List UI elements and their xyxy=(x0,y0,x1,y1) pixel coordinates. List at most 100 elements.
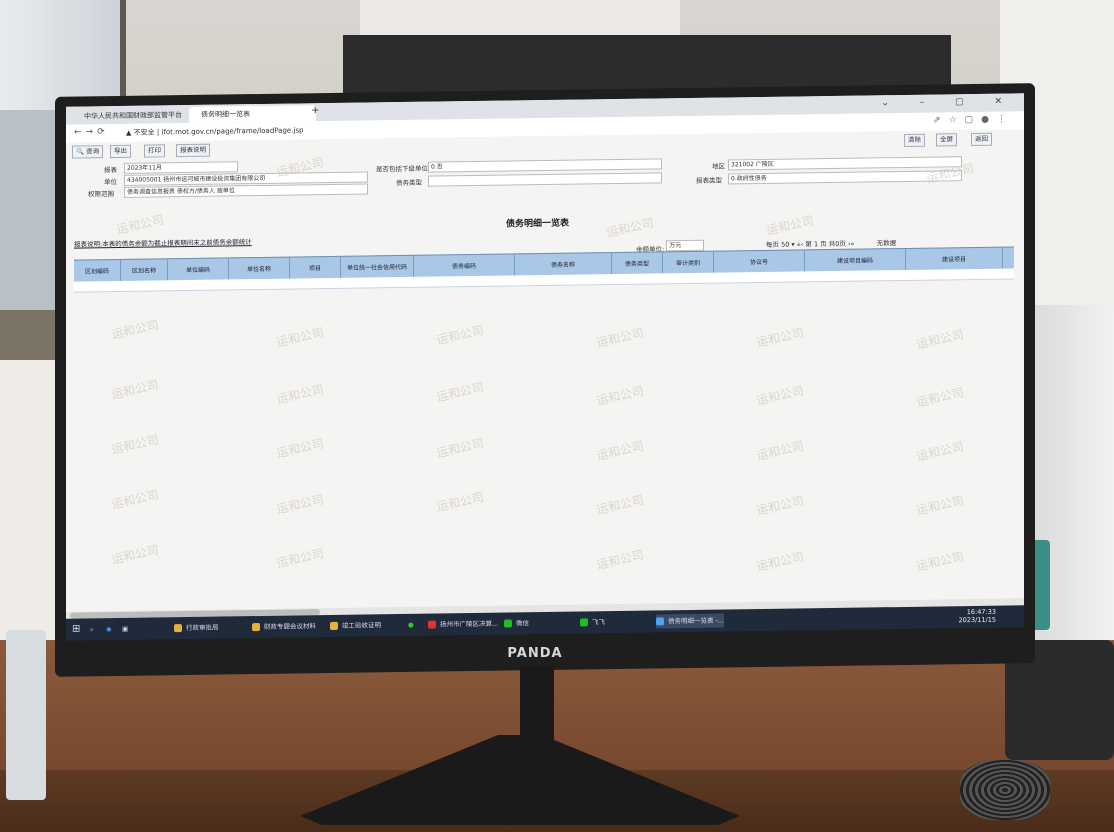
col-header[interactable]: 单位编码 xyxy=(168,258,229,282)
browser-icon xyxy=(656,617,664,626)
scope-field[interactable]: 债务调查信息报表 债权方/债务人 按单位 xyxy=(124,183,368,198)
start-icon[interactable]: ⊞ xyxy=(72,622,80,636)
watermark: 运和公司 xyxy=(275,546,326,571)
monitor-neck xyxy=(520,666,554,746)
report-note-link[interactable]: 报表说明:本表的债务余额为截止报表期间末之前债务余额统计 xyxy=(74,236,252,248)
edge-icon[interactable]: ◉ xyxy=(106,622,112,636)
new-tab-icon[interactable]: + xyxy=(311,105,319,116)
watermark: 运和公司 xyxy=(915,327,966,352)
fullscreen-button[interactable]: 全屏 xyxy=(936,133,957,147)
period-label: 报表 xyxy=(104,165,117,175)
col-header[interactable]: 单位名称 xyxy=(229,257,290,281)
report-type-label: 报表类型 xyxy=(696,176,722,185)
pen-cup xyxy=(6,630,46,800)
folder-icon xyxy=(174,624,182,633)
watermark: 运和公司 xyxy=(110,377,161,402)
browser-action-icons[interactable]: ⇗☆▢●⋮ xyxy=(933,114,1014,125)
taskbar-item[interactable]: 行政审批局 xyxy=(174,621,219,636)
per-page-select[interactable]: 每页 50 xyxy=(766,241,789,249)
monitor-brand: PANDA xyxy=(507,646,563,661)
system-clock[interactable]: 16:47:33 2023/11/15 xyxy=(959,608,996,625)
pagination[interactable]: 每页 50 ▾ «‹ 第 1 页 共0页 ›» 无数据 xyxy=(766,237,896,249)
clear-button[interactable]: 清除 xyxy=(904,133,925,147)
region-label: 地区 xyxy=(712,162,725,171)
col-header[interactable]: 债务名称 xyxy=(515,253,612,277)
print-button[interactable]: 打印 xyxy=(144,144,165,158)
unit-label: 单位 xyxy=(104,177,117,187)
watermark: 运和公司 xyxy=(915,439,966,464)
taskbar-item[interactable]: 财政专题会议材料 xyxy=(252,619,316,634)
currency-select[interactable]: 万元 xyxy=(666,239,705,252)
watermark: 运和公司 xyxy=(595,383,646,409)
col-header[interactable]: 债务类型 xyxy=(612,252,663,276)
chat-icon xyxy=(580,618,588,627)
taskbar-item[interactable]: 扬州市广陵区决算... xyxy=(428,617,498,632)
col-header[interactable]: 项目 xyxy=(290,256,341,280)
folder-icon xyxy=(252,622,260,632)
scope-label: 权限范围 xyxy=(88,190,114,199)
col-header[interactable]: 协议号 xyxy=(714,250,805,274)
coiled-cable xyxy=(960,760,1050,820)
col-header[interactable]: 单位统一社会信用代码 xyxy=(341,255,414,279)
window-controls[interactable]: ⌄ – ▢ ✕ xyxy=(881,96,1016,108)
col-header[interactable]: 债务编码 xyxy=(414,254,515,278)
taskbar-item[interactable]: 微信 xyxy=(504,616,529,630)
include-field[interactable]: 0.否 xyxy=(428,158,662,173)
window-glass xyxy=(0,110,60,310)
col-header[interactable]: 审计类别 xyxy=(663,251,714,275)
tab-debt-list[interactable]: 债务明细一览表 xyxy=(189,105,316,123)
wall-pillar xyxy=(360,0,680,40)
nav-buttons[interactable]: ←→⟳ xyxy=(74,127,109,137)
include-label: 是否包括下级单位 xyxy=(376,164,428,174)
monitor-screen: 中华人民共和国财政部监管平台 债务明细一览表 + ⌄ – ▢ ✕ ←→⟳ ▲ 不… xyxy=(66,93,1024,635)
wps-icon xyxy=(428,620,436,629)
page-number[interactable]: 1 xyxy=(814,240,818,248)
col-header[interactable]: 建设项目编码 xyxy=(805,248,906,273)
watermark: 运和公司 xyxy=(755,438,806,463)
search-icon[interactable]: ⌕ xyxy=(90,622,94,636)
folder-icon xyxy=(330,621,338,631)
watermark: 运和公司 xyxy=(435,436,486,461)
watermark: 运和公司 xyxy=(595,438,646,464)
period-field[interactable]: 2023年11月 xyxy=(124,161,238,174)
debt-type-field[interactable] xyxy=(428,172,662,187)
watermark: 运和公司 xyxy=(765,213,816,238)
page-title: 债务明细一览表 xyxy=(506,218,570,230)
export-button[interactable]: 导出 xyxy=(110,144,131,159)
col-header[interactable]: 区划名称 xyxy=(121,259,168,282)
watermark: 运和公司 xyxy=(915,385,966,410)
url-field[interactable]: ▲ 不安全 | ifot.mot.gov.cn/page/frame/loadP… xyxy=(126,125,303,137)
watermark: 运和公司 xyxy=(110,487,161,512)
watermark: 运和公司 xyxy=(110,542,161,567)
watermark: 运和公司 xyxy=(110,432,161,457)
watermark: 运和公司 xyxy=(110,317,161,342)
taskbar-item[interactable]: 飞飞 xyxy=(580,615,605,629)
col-header[interactable]: 区划编码 xyxy=(74,259,121,283)
query-button[interactable]: 🔍 查询 xyxy=(72,145,104,159)
watermark: 运和公司 xyxy=(755,383,806,408)
watermark: 运和公司 xyxy=(595,547,646,573)
taskbar-item[interactable]: 竣工验收证明 xyxy=(330,618,381,633)
col-header[interactable]: 建设项目 xyxy=(906,247,1003,271)
watermark: 运和公司 xyxy=(435,380,486,405)
watermark: 运和公司 xyxy=(605,215,656,240)
watermark: 运和公司 xyxy=(755,493,806,518)
watermark: 运和公司 xyxy=(595,325,646,351)
watermark: 运和公司 xyxy=(915,549,966,574)
empty-status: 无数据 xyxy=(876,239,897,248)
taskbar-item-active[interactable]: 债务明细一览表 -... xyxy=(656,613,725,629)
task-view-icon[interactable]: ▣ xyxy=(122,622,128,636)
watermark: 运和公司 xyxy=(435,323,486,348)
tab-finance-platform[interactable]: 中华人民共和国财政部监管平台 xyxy=(72,107,199,125)
watermark: 运和公司 xyxy=(435,490,486,515)
watermark: 运和公司 xyxy=(755,325,806,350)
watermark: 运和公司 xyxy=(275,492,326,517)
debt-type-label: 债务类型 xyxy=(396,178,422,188)
app-icon[interactable]: ● xyxy=(408,618,414,632)
watermark: 运和公司 xyxy=(275,436,326,461)
explain-button[interactable]: 报表说明 xyxy=(176,143,210,158)
watermark: 运和公司 xyxy=(755,549,806,574)
back-button[interactable]: 返回 xyxy=(971,132,992,147)
watermark: 运和公司 xyxy=(115,212,166,237)
wechat-icon xyxy=(504,619,512,628)
